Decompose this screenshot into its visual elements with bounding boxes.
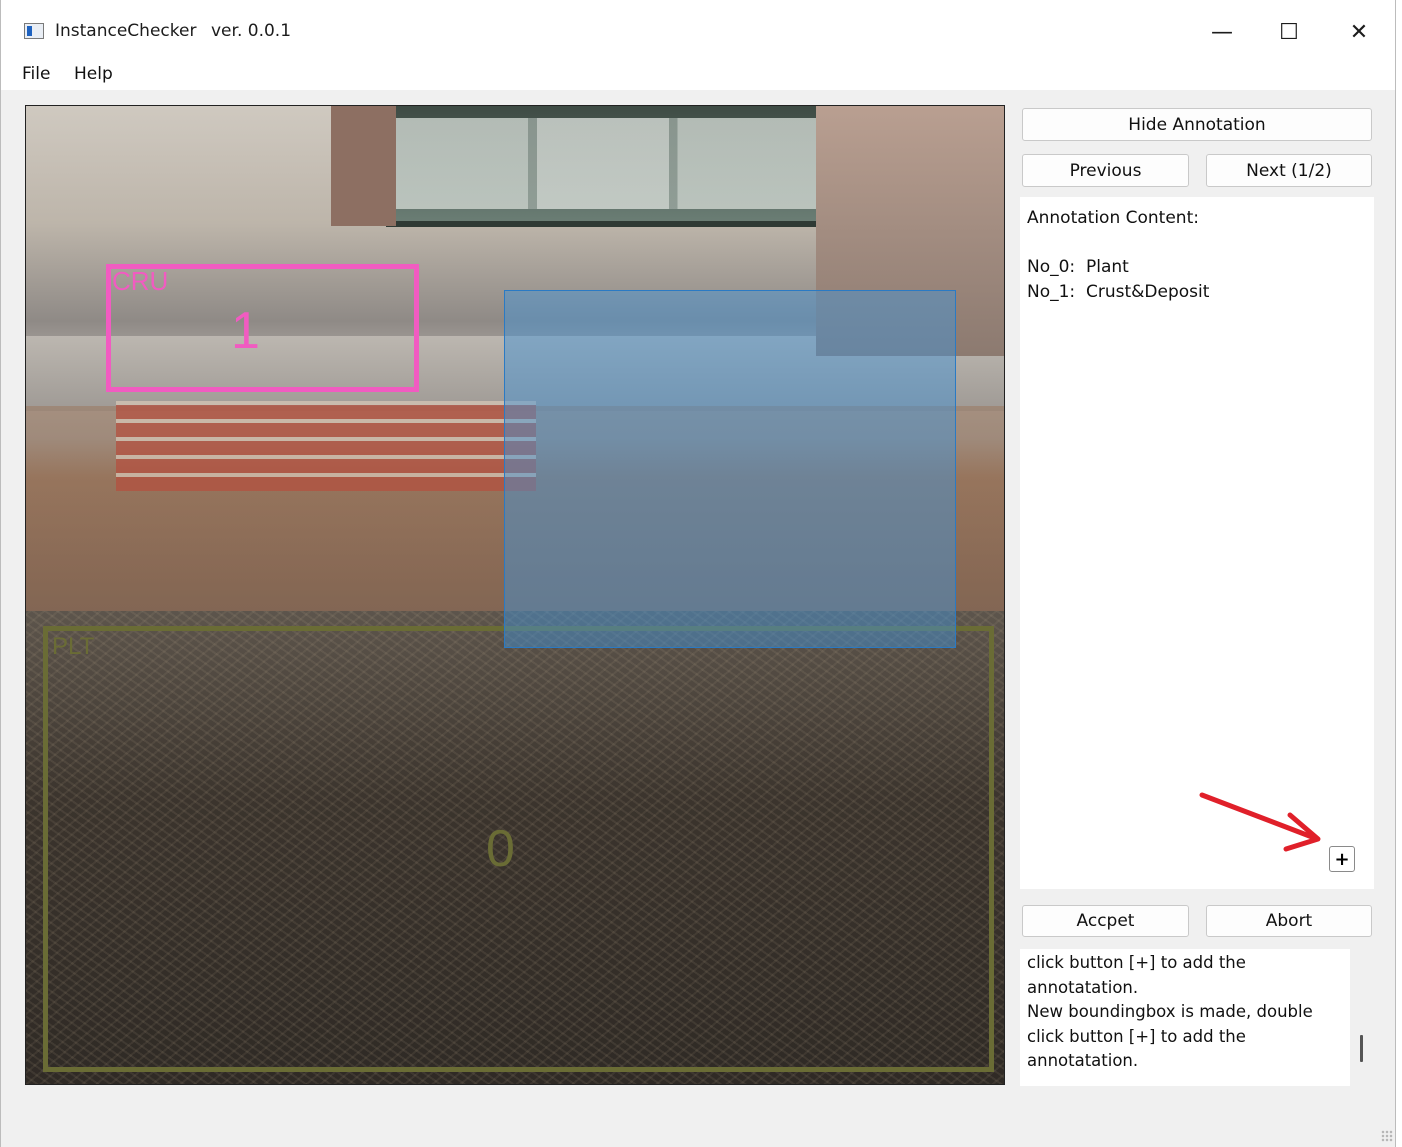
- log-line: New boundingbox is made, double: [1027, 1002, 1313, 1021]
- menu-bar: File Help: [1, 58, 1395, 90]
- log-text: click button [+] to add the annotatation…: [1027, 951, 1327, 1074]
- annotation-item-0-value: Plant: [1086, 257, 1129, 277]
- hide-annotation-button[interactable]: Hide Annotation: [1022, 108, 1372, 141]
- annotation-item-1: No_1: Crust&Deposit: [1027, 282, 1209, 302]
- close-button[interactable]: ✕: [1329, 10, 1389, 54]
- bbox-crust-id: 1: [231, 302, 260, 360]
- resize-grip-icon[interactable]: [1381, 1130, 1393, 1142]
- title-bar[interactable]: InstanceChecker ver. 0.0.1 — ☐ ✕: [1, 0, 1395, 58]
- scene-bricks: [116, 401, 536, 491]
- annotation-content-panel: Annotation Content: No_0: Plant No_1: Crus…: [1020, 197, 1374, 889]
- abort-button[interactable]: Abort: [1206, 905, 1372, 937]
- menu-file[interactable]: File: [22, 64, 50, 84]
- close-icon: ✕: [1349, 19, 1369, 45]
- bbox-crust-label: CRU: [112, 266, 169, 296]
- annotation-item-0-key: No_0:: [1027, 257, 1076, 277]
- next-button[interactable]: Next (1/2): [1206, 154, 1372, 187]
- bbox-plant-label: PLT: [52, 633, 95, 660]
- image-viewer[interactable]: CRU 1 PLT 0: [25, 105, 1005, 1085]
- add-annotation-button[interactable]: +: [1329, 846, 1355, 872]
- annotation-item-1-value: Crust&Deposit: [1086, 282, 1210, 302]
- annotation-item-1-key: No_1:: [1027, 282, 1076, 302]
- annotation-item-0: No_0: Plant: [1027, 257, 1129, 277]
- app-version: ver. 0.0.1: [211, 21, 292, 41]
- maximize-button[interactable]: ☐: [1259, 10, 1319, 54]
- accept-button[interactable]: Accpet: [1022, 905, 1189, 937]
- log-line: annotatation.: [1027, 977, 1139, 997]
- app-icon: [24, 23, 44, 39]
- maximize-icon: ☐: [1279, 19, 1299, 45]
- annotation-content-title: Annotation Content:: [1027, 208, 1199, 228]
- log-line: annotatation.: [1027, 1051, 1139, 1070]
- app-window: InstanceChecker ver. 0.0.1 — ☐ ✕ File He…: [0, 0, 1396, 1147]
- scene-window: [386, 106, 846, 227]
- minimize-button[interactable]: —: [1192, 10, 1252, 54]
- menu-help[interactable]: Help: [74, 64, 113, 84]
- log-scrollbar[interactable]: [1360, 1035, 1363, 1062]
- log-panel[interactable]: click button [+] to add the annotatation…: [1020, 949, 1350, 1086]
- previous-button[interactable]: Previous: [1022, 154, 1189, 187]
- log-line: click button [+] to add the: [1027, 1026, 1246, 1046]
- minimize-icon: —: [1211, 19, 1233, 45]
- bbox-new-selection[interactable]: [504, 290, 956, 648]
- app-name: InstanceChecker: [55, 21, 197, 41]
- bbox-plant-id: 0: [486, 820, 515, 878]
- hint-arrow-icon: [1199, 792, 1321, 852]
- scene-pillar-left: [331, 106, 396, 226]
- bbox-plant[interactable]: [43, 626, 994, 1072]
- log-line: click button [+] to add the: [1027, 953, 1246, 972]
